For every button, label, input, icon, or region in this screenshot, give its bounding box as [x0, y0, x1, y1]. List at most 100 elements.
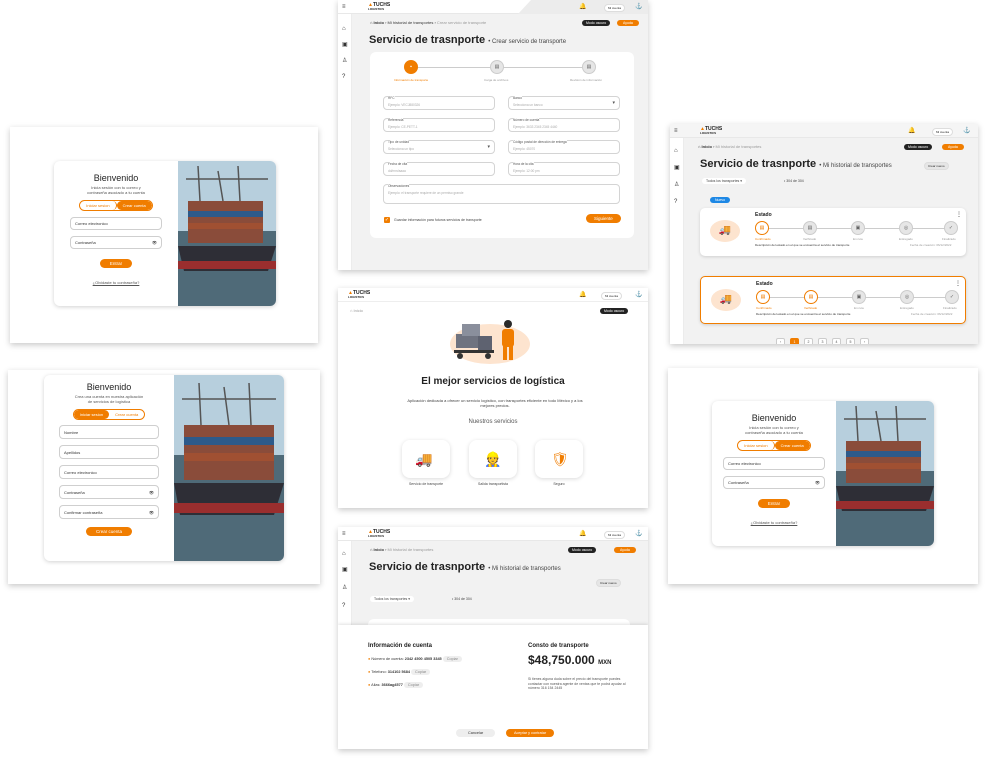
menu-icon[interactable]: ≡ — [342, 4, 346, 10]
tab-register[interactable]: Crear cuenta — [109, 410, 144, 419]
copy-phone-button[interactable]: Copiar — [411, 669, 431, 675]
rfc-input[interactable]: RFC Ejemplo: VECJ880326 — [383, 96, 495, 110]
service-transport-card[interactable]: 🚚 — [402, 440, 450, 478]
home-icon[interactable]: ⌂ — [342, 26, 346, 32]
truck-icon[interactable]: ▣ — [342, 42, 348, 48]
crumb-home[interactable]: Inicio — [702, 144, 712, 149]
crumb-history[interactable]: Mi historial de transportes — [388, 20, 434, 25]
unit-type-select[interactable]: Tipo de unidad Selecciona un tipo ▾ — [383, 140, 495, 154]
service-carrier-card[interactable]: 👷 — [469, 440, 517, 478]
create-new-button[interactable]: Crear nuevo — [924, 162, 949, 170]
page-1[interactable]: 1 — [790, 338, 799, 344]
lastname-field[interactable]: Apellidos — [59, 445, 159, 459]
dark-mode-toggle[interactable]: Modo oscuro — [600, 308, 629, 314]
copy-account-button[interactable]: Copiar — [442, 656, 462, 662]
bell-icon[interactable]: 🔔 — [579, 292, 586, 298]
bell-icon[interactable]: 🔔 — [908, 128, 915, 134]
logistics-illustration — [450, 320, 530, 364]
tab-register[interactable]: Crear cuenta — [774, 441, 810, 450]
help-icon[interactable]: ? — [342, 74, 345, 80]
more-icon[interactable]: ⋮ — [956, 211, 962, 218]
menu-icon[interactable]: ≡ — [674, 128, 678, 134]
date-input[interactable]: Fecha de cita dd/mm/aaaa — [383, 162, 495, 176]
password-field[interactable]: Contraseña 👁 — [59, 485, 159, 499]
filter-select[interactable]: Todos los transportes ▾ — [370, 596, 415, 602]
user-menu[interactable]: Mi cuenta — [604, 531, 626, 539]
confirm-button[interactable]: Aceptar y contratar — [506, 729, 555, 737]
tab-login[interactable]: Iniciar sesion — [73, 410, 110, 419]
forgot-password-link[interactable]: ¿Olvidaste tu contraseña? — [751, 520, 798, 525]
users-icon[interactable]: ♙ — [674, 182, 679, 188]
truck-icon[interactable]: ▣ — [342, 567, 348, 573]
bell-icon[interactable]: 🔔 — [579, 4, 586, 10]
eye-icon[interactable]: 👁 — [152, 240, 157, 245]
truck-icon[interactable]: ▣ — [674, 165, 680, 171]
user-menu[interactable]: Mi cuenta — [604, 4, 626, 12]
page-prev[interactable]: ‹ — [776, 338, 785, 344]
bell-icon[interactable]: 🔔 — [579, 531, 586, 537]
more-icon[interactable]: ⋮ — [955, 280, 961, 287]
login-button[interactable]: Entrar — [757, 499, 791, 508]
eye-icon[interactable]: 👁 — [149, 510, 154, 515]
users-icon[interactable]: ♙ — [342, 585, 347, 591]
user-menu[interactable]: Mi cuenta — [932, 128, 954, 136]
history-modal-screen: ≡ ▲TUCHS LOGISTICS 🔔 Mi cuenta ⚓ ⌂ ▣ ♙ ? … — [338, 527, 648, 749]
crumb-home[interactable]: Inicio — [374, 547, 384, 552]
user-menu[interactable]: Mi cuenta — [601, 292, 623, 300]
page-2[interactable]: 2 — [804, 338, 813, 344]
users-icon[interactable]: ♙ — [342, 58, 347, 64]
anchor-icon: ⚓ — [963, 128, 971, 134]
shipment-card-1[interactable]: Nuevo 🚚 Estado ⋮ ▤ ▤ ▣ ◎ ✓ Confirmado Ve… — [700, 197, 966, 256]
dark-mode-toggle[interactable]: Modo oscuro — [568, 547, 597, 553]
menu-icon[interactable]: ≡ — [342, 531, 346, 537]
copy-alias-button[interactable]: Copiar — [403, 682, 424, 688]
password-field[interactable]: Contraseña 👁 — [70, 236, 162, 249]
bank-select[interactable]: Banco Selecciona un banco ▾ — [508, 96, 620, 110]
top-bar: ≡ ▲TUCHS LOGISTICS 🔔 Mi cuenta ⚓ — [338, 0, 648, 14]
postal-code-input[interactable]: Código postal de dirección de entrega Eje… — [508, 140, 620, 154]
cancel-button[interactable]: Cancelar — [456, 729, 496, 737]
tab-login[interactable]: Iniciar sesion — [80, 201, 117, 210]
step-3-icon: ▤ — [582, 60, 596, 74]
create-new-button[interactable]: Crear nuevo — [596, 579, 621, 587]
crumb-home[interactable]: Inicio — [354, 308, 363, 313]
reference-input[interactable]: Referencia Ejemplo: CE-PETT-1 — [383, 118, 495, 132]
save-checkbox[interactable]: ✓ — [384, 217, 390, 223]
help-icon[interactable]: ? — [674, 199, 677, 205]
create-account-button[interactable]: Crear cuenta — [85, 527, 132, 536]
help-button[interactable]: Ayuda — [617, 20, 639, 26]
name-field[interactable]: Nombre — [59, 425, 159, 439]
tab-register[interactable]: Crear cuenta — [116, 201, 152, 210]
password-field[interactable]: Contraseña 👁 — [723, 476, 825, 489]
account-number-input[interactable]: Número de cuenta Ejemplo: 3633 2345 2345 … — [508, 118, 620, 132]
help-button[interactable]: Ayuda — [614, 547, 636, 553]
time-input[interactable]: Hora de la cita Ejemplo: 12:00 pm — [508, 162, 620, 176]
email-field[interactable]: Correo electronico — [70, 217, 162, 230]
service-insurance-card[interactable]: 🛡 — [535, 440, 583, 478]
step-delivered-label: Entregado — [899, 237, 913, 241]
page-4[interactable]: 4 — [832, 338, 841, 344]
tab-login[interactable]: Iniciar sesion — [738, 441, 775, 450]
home-icon[interactable]: ⌂ — [342, 551, 346, 557]
email-field[interactable]: Correo electronico — [723, 457, 825, 470]
next-button[interactable]: Siguiente — [586, 214, 621, 223]
filter-select[interactable]: Todos los transportes ▾ — [702, 178, 747, 184]
email-field[interactable]: Correo electronico — [59, 465, 159, 479]
page-next[interactable]: › — [860, 338, 869, 344]
dark-mode-toggle[interactable]: Modo oscuro — [582, 20, 611, 26]
help-icon[interactable]: ? — [342, 603, 345, 609]
shipment-card-2[interactable]: 🚚 Estado ⋮ ▤ ▤ ▣ ◎ ✓ Confirmado Verifica… — [700, 276, 966, 324]
notes-textarea[interactable]: Observaciones Ejemplo: el transporte requ… — [383, 184, 620, 204]
page-3[interactable]: 3 — [818, 338, 827, 344]
forgot-password-link[interactable]: ¿Olvidaste tu contraseña? — [93, 280, 140, 285]
dark-mode-toggle[interactable]: Modo oscuro — [904, 144, 933, 150]
confirm-password-field[interactable]: Confirmar contraseña 👁 — [59, 505, 159, 519]
page-5[interactable]: 5 — [846, 338, 855, 344]
login-button[interactable]: Entrar — [99, 259, 133, 268]
eye-icon[interactable]: 👁 — [815, 480, 820, 485]
eye-icon[interactable]: 👁 — [149, 490, 154, 495]
help-button[interactable]: Ayuda — [942, 144, 964, 150]
home-icon[interactable]: ⌂ — [674, 148, 678, 154]
crumb-home[interactable]: Inicio — [374, 20, 384, 25]
result-count: • 304 de 304 — [452, 597, 472, 601]
